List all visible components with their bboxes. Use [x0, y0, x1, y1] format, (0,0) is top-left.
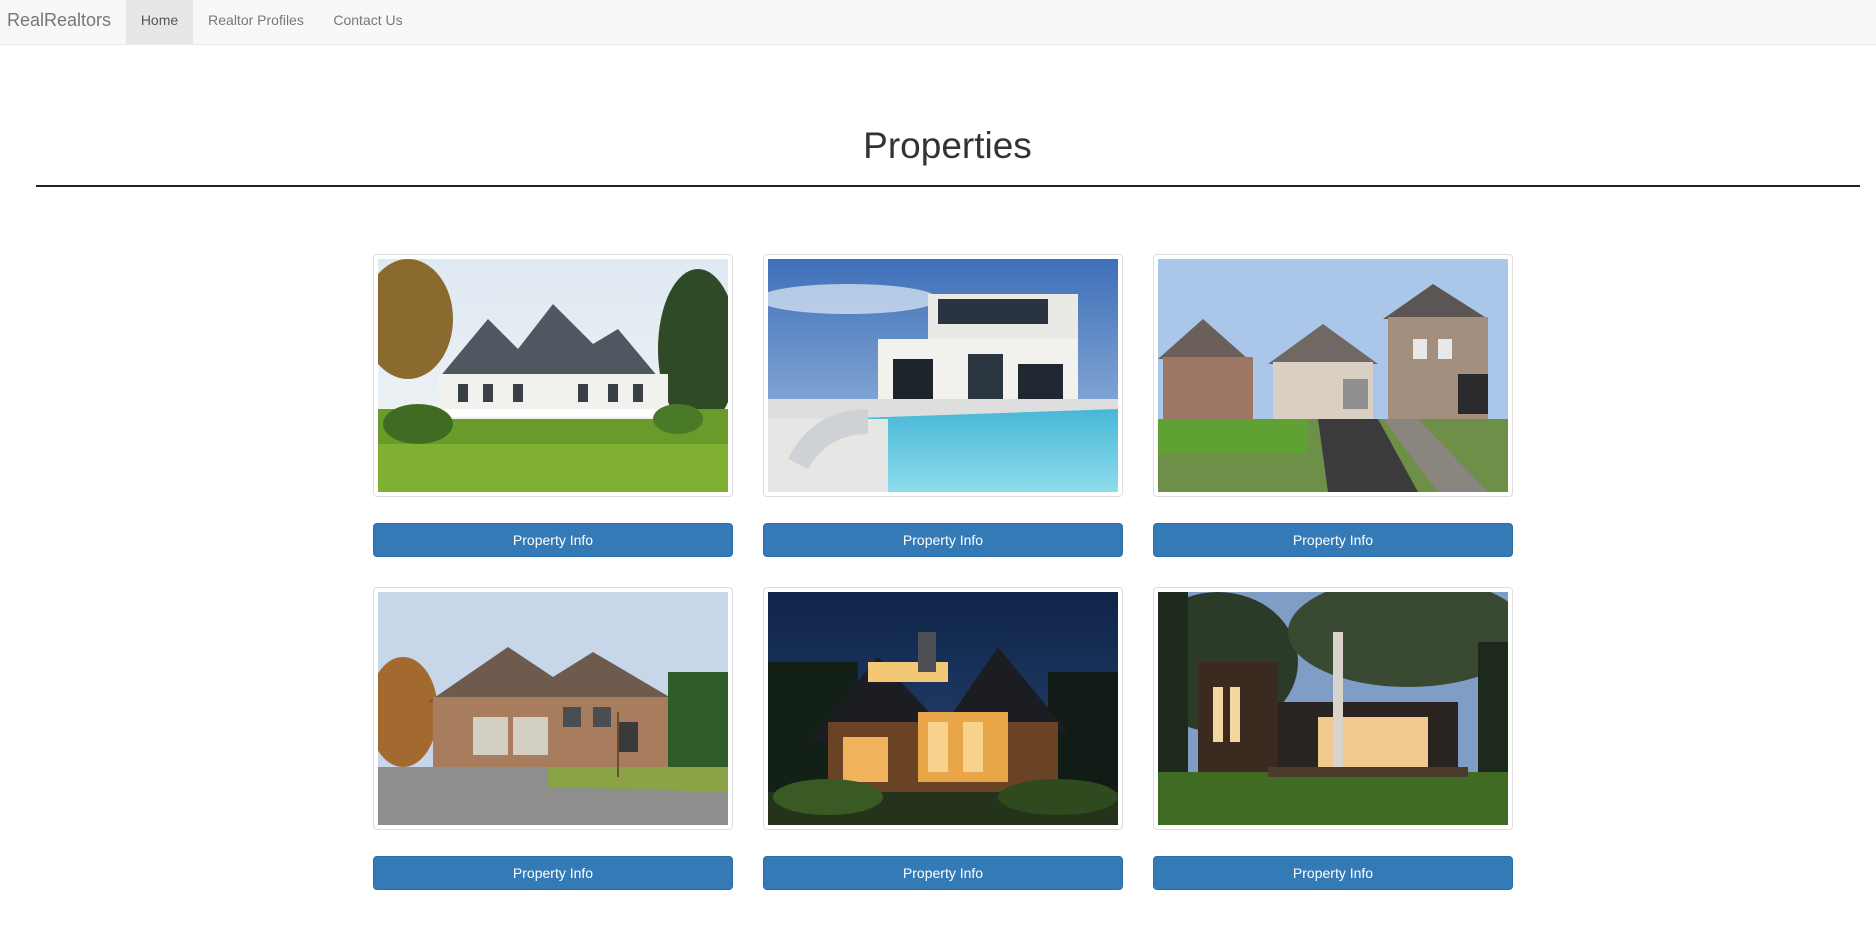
- property-thumbnail[interactable]: [373, 587, 733, 830]
- property-info-button[interactable]: Property Info: [373, 523, 733, 557]
- modern-house-tree-image: [1158, 592, 1508, 825]
- property-info-button[interactable]: Property Info: [763, 856, 1123, 890]
- property-thumbnail[interactable]: [1153, 587, 1513, 830]
- nav-item-home[interactable]: Home: [126, 0, 193, 44]
- property-thumbnail[interactable]: [1153, 254, 1513, 497]
- timber-house-dusk-image: [768, 592, 1118, 825]
- property-thumbnail[interactable]: [763, 587, 1123, 830]
- property-info-button[interactable]: Property Info: [763, 523, 1123, 557]
- brick-house-image: [378, 592, 728, 825]
- heading-divider: [36, 185, 1860, 187]
- farmhouse-image: [378, 259, 728, 492]
- modern-pool-house-image: [768, 259, 1118, 492]
- property-info-button[interactable]: Property Info: [1153, 856, 1513, 890]
- property-info-button[interactable]: Property Info: [373, 856, 733, 890]
- suburban-houses-image: [1158, 259, 1508, 492]
- nav-item-realtor-profiles[interactable]: Realtor Profiles: [193, 0, 319, 44]
- property-info-button[interactable]: Property Info: [1153, 523, 1513, 557]
- property-thumbnail[interactable]: [373, 254, 733, 497]
- nav-item-contact-us[interactable]: Contact Us: [319, 0, 417, 44]
- navbar: RealRealtors Home Realtor Profiles Conta…: [0, 0, 1876, 45]
- brand-link[interactable]: RealRealtors: [7, 0, 111, 45]
- property-thumbnail[interactable]: [763, 254, 1123, 497]
- page-title: Properties: [863, 125, 1032, 166]
